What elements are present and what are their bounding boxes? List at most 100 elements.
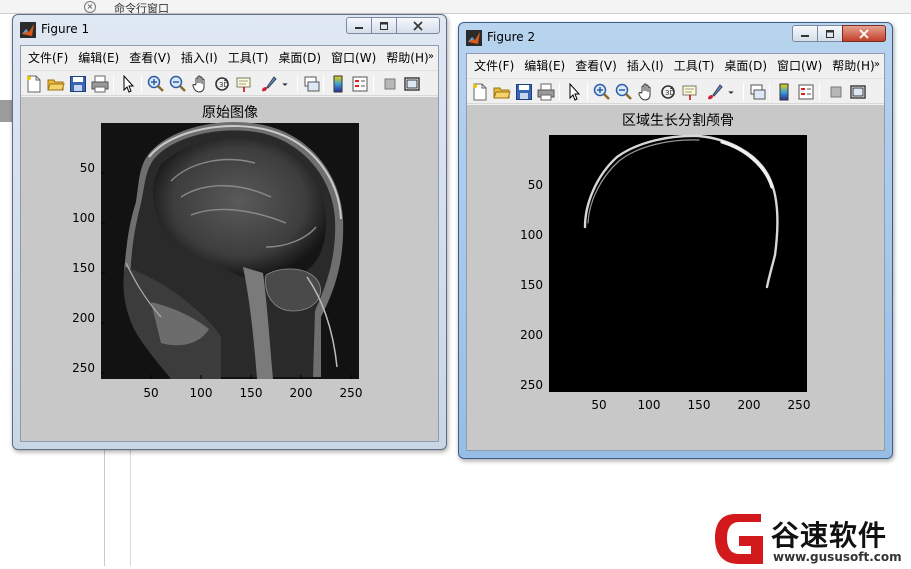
rotate-3d-icon: 3D	[215, 77, 229, 91]
menu-window[interactable]: 窗口(W)	[777, 57, 822, 74]
zoom-out-button[interactable]	[615, 83, 633, 101]
menu-insert[interactable]: 插入(I)	[627, 57, 664, 74]
axes-title: 区域生长分割颅骨	[622, 112, 734, 129]
matlab-logo-icon	[466, 30, 482, 46]
toolbar-separator	[559, 83, 560, 101]
pan-hand-button[interactable]	[191, 75, 209, 93]
y-tick-labels: 50 100 150 200 250	[72, 161, 95, 375]
axes-title: 原始图像	[202, 105, 258, 121]
figure-1-window[interactable]: Figure 1 文件(F) 编辑(E) 查看(V) 插入(I) 工具(T) 桌…	[12, 14, 447, 450]
maximize-icon	[380, 21, 388, 30]
link-plot-button[interactable]	[749, 83, 767, 101]
print-button[interactable]	[537, 83, 555, 101]
menu-help[interactable]: 帮助(H)	[386, 49, 428, 66]
mri-image	[123, 122, 344, 379]
maximize-icon	[826, 29, 834, 38]
zoom-in-button[interactable]	[147, 75, 165, 93]
matlab-logo-icon	[20, 22, 36, 38]
gusu-logo-icon	[715, 514, 763, 564]
brush-icon	[262, 76, 277, 92]
maximize-button[interactable]	[371, 17, 397, 34]
menu-tools[interactable]: 工具(T)	[228, 49, 269, 66]
plot-area: 区域生长分割颅骨 50 100 150 200 250 50 100 150 2…	[467, 105, 884, 450]
menu-insert[interactable]: 插入(I)	[181, 49, 218, 66]
hide-plot-tools-button[interactable]	[827, 83, 845, 101]
colorbar-button[interactable]	[329, 75, 347, 93]
brush-button[interactable]	[259, 75, 277, 93]
brush-icon	[708, 84, 723, 100]
rotate-3d-button[interactable]: 3D	[659, 83, 677, 101]
toolbar-separator	[297, 75, 298, 93]
save-button[interactable]	[515, 83, 533, 101]
colorbar-button[interactable]	[775, 83, 793, 101]
menu-bar: 文件(F) 编辑(E) 查看(V) 插入(I) 工具(T) 桌面(D) 窗口(W…	[467, 54, 884, 77]
new-file-button[interactable]	[471, 83, 489, 101]
close-button[interactable]	[396, 17, 440, 34]
minimize-button[interactable]	[792, 25, 818, 42]
save-button[interactable]	[69, 75, 87, 93]
menu-overflow-icon[interactable]: »	[428, 51, 434, 62]
axes-1[interactable]: 原始图像 50 100 150 200 250 50 100 150 200 2…	[21, 97, 440, 444]
pointer-button[interactable]	[565, 83, 583, 101]
legend-button[interactable]	[351, 75, 369, 93]
menu-view[interactable]: 查看(V)	[575, 57, 617, 74]
dropdown-arrow-icon	[728, 91, 734, 94]
pointer-button[interactable]	[119, 75, 137, 93]
menu-help[interactable]: 帮助(H)	[832, 57, 874, 74]
menu-tools[interactable]: 工具(T)	[674, 57, 715, 74]
minimize-icon	[355, 26, 363, 29]
close-button[interactable]	[842, 25, 886, 42]
menu-overflow-icon[interactable]: »	[874, 59, 880, 70]
close-icon[interactable]: ×	[84, 1, 96, 13]
hide-plot-tools-icon	[384, 78, 396, 90]
menu-edit[interactable]: 编辑(E)	[524, 57, 565, 74]
y-tick-label: 100	[520, 228, 543, 242]
link-plot-button[interactable]	[303, 75, 321, 93]
data-cursor-icon	[682, 85, 697, 100]
y-tick-label: 200	[520, 328, 543, 342]
hide-plot-tools-button[interactable]	[381, 75, 399, 93]
title-bar[interactable]: Figure 2	[459, 23, 892, 51]
rotate-3d-button[interactable]: 3D	[213, 75, 231, 93]
y-tick-label: 50	[80, 161, 95, 175]
data-cursor-button[interactable]	[681, 83, 699, 101]
pan-hand-button[interactable]	[637, 83, 655, 101]
menu-edit[interactable]: 编辑(E)	[78, 49, 119, 66]
link-plot-icon	[304, 76, 320, 92]
pan-hand-icon	[638, 83, 651, 101]
legend-button[interactable]	[797, 83, 815, 101]
menu-view[interactable]: 查看(V)	[129, 49, 171, 66]
menu-desktop[interactable]: 桌面(D)	[724, 57, 767, 74]
menu-file[interactable]: 文件(F)	[474, 57, 514, 74]
data-cursor-button[interactable]	[235, 75, 253, 93]
menu-window[interactable]: 窗口(W)	[331, 49, 376, 66]
show-plot-tools-button[interactable]	[849, 83, 867, 101]
figure-2-window[interactable]: Figure 2 文件(F) 编辑(E) 查看(V) 插入(I) 工具(T) 桌…	[458, 22, 893, 459]
dropdown-arrow-button[interactable]	[279, 75, 291, 93]
title-bar[interactable]: Figure 1	[13, 15, 446, 43]
x-tick-label: 50	[591, 398, 606, 412]
window-title: Figure 1	[41, 22, 90, 36]
open-folder-button[interactable]	[47, 75, 65, 93]
dropdown-arrow-button[interactable]	[725, 83, 737, 101]
toolbar-separator	[141, 75, 142, 93]
menu-file[interactable]: 文件(F)	[28, 49, 68, 66]
minimize-button[interactable]	[346, 17, 372, 34]
zoom-in-button[interactable]	[593, 83, 611, 101]
x-tick-labels: 50 100 150 200 250	[591, 398, 810, 412]
brush-button[interactable]	[705, 83, 723, 101]
axes-2[interactable]: 区域生长分割颅骨 50 100 150 200 250 50 100 150 2…	[467, 105, 886, 452]
maximize-button[interactable]	[817, 25, 843, 42]
minimize-icon	[801, 34, 809, 37]
y-tick-label: 250	[72, 361, 95, 375]
x-tick-label: 250	[788, 398, 811, 412]
zoom-out-icon	[615, 83, 632, 100]
open-folder-button[interactable]	[493, 83, 511, 101]
menu-desktop[interactable]: 桌面(D)	[278, 49, 321, 66]
print-button[interactable]	[91, 75, 109, 93]
colorbar-icon	[333, 75, 343, 93]
zoom-out-button[interactable]	[169, 75, 187, 93]
new-file-button[interactable]	[25, 75, 43, 93]
show-plot-tools-button[interactable]	[403, 75, 421, 93]
figure-client-area: 文件(F) 编辑(E) 查看(V) 插入(I) 工具(T) 桌面(D) 窗口(W…	[466, 53, 885, 451]
